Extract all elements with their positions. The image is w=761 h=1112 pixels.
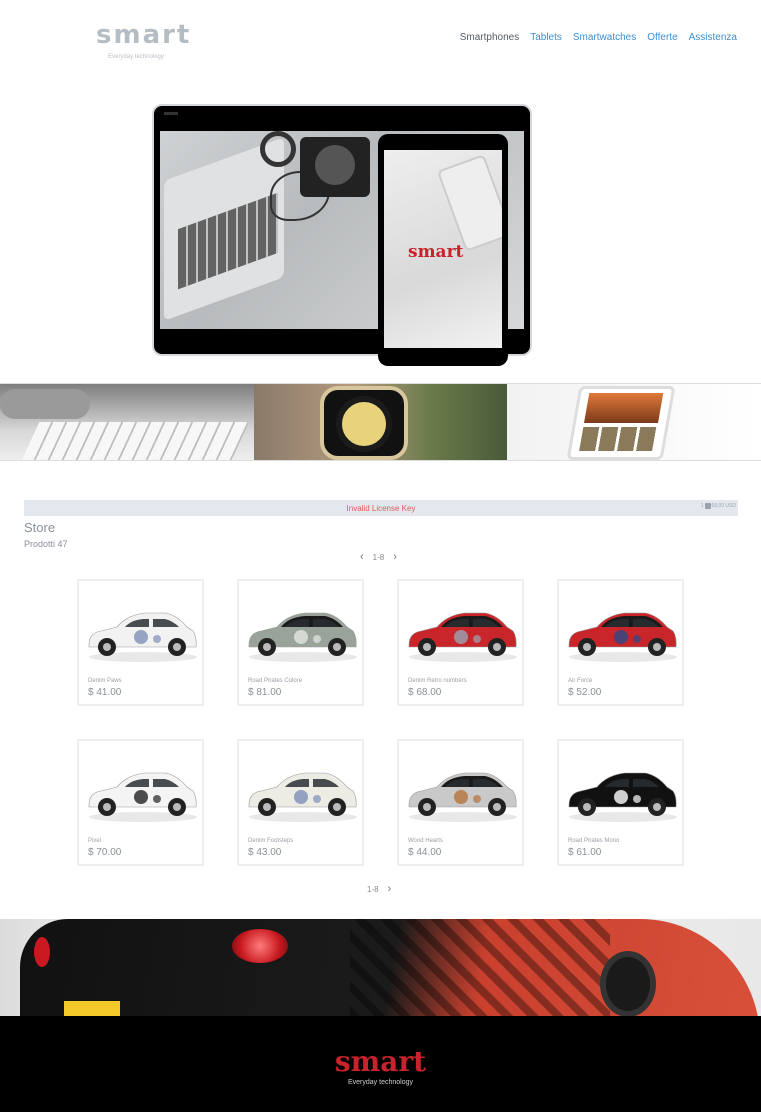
footer: smart Everyday technology xyxy=(0,1016,761,1112)
product-price: $ 68.00 xyxy=(408,687,442,698)
product-image[interactable] xyxy=(83,597,201,667)
footer-logo: smart xyxy=(334,1045,427,1078)
product-card[interactable]: Pixel $ 70.00 xyxy=(77,739,204,866)
nav-assistenza[interactable]: Assistenza xyxy=(689,32,737,43)
tablet-logo: smart xyxy=(408,242,464,262)
product-name[interactable]: Pixel xyxy=(88,838,101,844)
photo-tablet-grid xyxy=(579,427,658,451)
cart-icon xyxy=(704,503,711,509)
hero-image: smart xyxy=(152,104,532,366)
next-page-icon[interactable]: › xyxy=(393,551,397,563)
logo-text: smart xyxy=(96,20,192,50)
photo-tablet xyxy=(566,386,676,460)
page-range: 1-8 xyxy=(372,552,385,562)
tablet-screen-photo: smart xyxy=(384,150,502,348)
promo-banner xyxy=(0,919,761,1017)
photo-headphones xyxy=(260,131,296,167)
product-image[interactable] xyxy=(403,597,521,667)
store-title: Store xyxy=(24,520,56,535)
nav-smartphones[interactable]: Smartphones xyxy=(460,32,519,43)
product-count: Prodotti 47 xyxy=(24,539,68,549)
product-name[interactable]: Road Pirates Colore xyxy=(248,678,302,684)
site-logo[interactable]: smart Everyday technology xyxy=(96,20,192,60)
nav-offerte[interactable]: Offerte xyxy=(647,32,677,43)
watch-dial xyxy=(335,396,392,452)
strip-tablet-photo[interactable] xyxy=(507,384,761,460)
product-price: $ 43.00 xyxy=(248,847,282,858)
product-card[interactable]: Denim Footsteps $ 43.00 xyxy=(237,739,364,866)
product-image[interactable] xyxy=(83,757,201,827)
product-card[interactable]: Denim Paws $ 41.00 xyxy=(77,579,204,706)
product-name[interactable]: Wood Hearts xyxy=(408,838,443,844)
cart-count: 1 xyxy=(700,503,704,509)
product-card[interactable]: Denim Retro numbers $ 68.00 xyxy=(397,579,524,706)
product-price: $ 44.00 xyxy=(408,847,442,858)
product-price: $ 70.00 xyxy=(88,847,122,858)
product-name[interactable]: Road Pirates Mono xyxy=(568,838,619,844)
banner-wheel xyxy=(600,951,656,1017)
main-nav: Smartphones Tablets Smartwatches Offerte… xyxy=(460,32,737,43)
license-bar: Invalid License Key 1 68,00 USD xyxy=(24,500,738,516)
pager-top: ‹ 1-8 › xyxy=(360,551,397,563)
license-message: Invalid License Key xyxy=(346,503,416,513)
strip-keyboard-photo[interactable] xyxy=(0,384,254,460)
logo-tagline: Everyday technology xyxy=(108,54,164,60)
page-range: 1-8 xyxy=(367,884,379,894)
product-name[interactable]: Denim Paws xyxy=(88,678,122,684)
product-price: $ 41.00 xyxy=(88,687,122,698)
photo-tablet-header xyxy=(584,393,664,423)
next-page-icon[interactable]: › xyxy=(388,883,392,895)
photo-watch xyxy=(319,386,408,460)
banner-car-decal xyxy=(350,919,610,1017)
photo-turntable xyxy=(300,137,370,197)
banner-taillight-left xyxy=(34,937,50,967)
product-price: $ 52.00 xyxy=(568,687,602,698)
product-card[interactable]: Air Force $ 52.00 xyxy=(557,579,684,706)
product-card[interactable]: Road Pirates Colore $ 81.00 xyxy=(237,579,364,706)
product-image[interactable] xyxy=(243,757,361,827)
product-price: $ 81.00 xyxy=(248,687,282,698)
product-image[interactable] xyxy=(563,757,681,827)
footer-tagline: Everyday technology xyxy=(348,1079,413,1086)
photo-hand xyxy=(0,389,90,419)
product-card[interactable]: Wood Hearts $ 44.00 xyxy=(397,739,524,866)
photo-smartphone xyxy=(436,154,502,252)
cart-total: 68,00 USD xyxy=(711,503,736,509)
product-image[interactable] xyxy=(563,597,681,667)
tablet-mockup: smart xyxy=(378,134,508,366)
product-card[interactable]: Road Pirates Mono $ 61.00 xyxy=(557,739,684,866)
category-strip xyxy=(0,383,761,461)
banner-taillight xyxy=(232,929,288,963)
prev-page-icon[interactable]: ‹ xyxy=(360,551,364,563)
strip-smartwatch-photo[interactable] xyxy=(253,384,508,460)
laptop-camera xyxy=(164,112,178,115)
product-price: $ 61.00 xyxy=(568,847,602,858)
product-name[interactable]: Denim Retro numbers xyxy=(408,678,467,684)
mini-cart[interactable]: 1 68,00 USD xyxy=(701,503,736,509)
product-image[interactable] xyxy=(243,597,361,667)
product-name[interactable]: Denim Footsteps xyxy=(248,838,293,844)
product-image[interactable] xyxy=(403,757,521,827)
nav-smartwatches[interactable]: Smartwatches xyxy=(573,32,636,43)
nav-tablets[interactable]: Tablets xyxy=(530,32,562,43)
product-name[interactable]: Air Force xyxy=(568,678,592,684)
banner-license-plate xyxy=(64,1001,120,1017)
pager-bottom: 1-8 › xyxy=(367,883,391,895)
